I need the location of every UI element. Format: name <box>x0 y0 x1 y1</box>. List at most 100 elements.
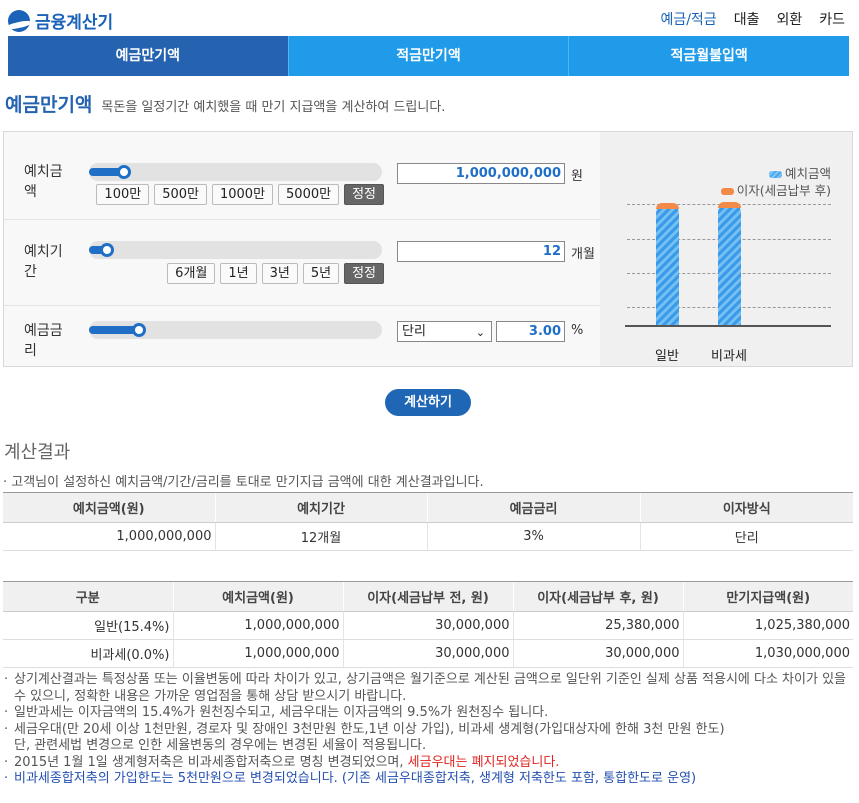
summary-header-method: 이자방식 <box>639 492 853 523</box>
deposit-amount-input[interactable]: 1,000,000,000 <box>397 163 565 184</box>
chart-legend: 예치금액 이자(세금납부 후) <box>720 165 831 199</box>
period-input[interactable]: 12 <box>397 241 565 262</box>
chart-x-label: 비과세 <box>711 349 747 364</box>
nav-exchange[interactable]: 외환 <box>776 9 802 29</box>
summary-header-period: 예치기간 <box>214 492 427 523</box>
summary-table: 예치금액(원) 예치기간 예금금리 이자방식 1,000,000,000 12개… <box>3 492 853 551</box>
table-row: 1,000,000,000 12개월 3% 단리 <box>3 522 853 551</box>
note-text: 세금우대(만 20세 이상 1천만원, 경로자 및 장애인 3천만원 한도,1년… <box>14 721 725 737</box>
top-nav: 예금/적금 대출 외환 카드 <box>660 9 845 29</box>
note-text: 단, 관련세법 변경으로 인한 세율변동의 경우에는 변경된 세율이 적용됩니다… <box>14 738 427 753</box>
rate-input[interactable]: 3.00 <box>496 321 565 342</box>
notes-list: 상기계산결과는 특정상품 또는 이율변동에 따라 차이가 있고, 상기금액은 월… <box>3 672 855 788</box>
result-title: 계산결과 <box>4 442 71 463</box>
logo[interactable]: 금융계산기 <box>8 8 113 33</box>
rate-slider-handle[interactable] <box>132 323 146 337</box>
calculator-tabs: 예금만기액 적금만기액 적금월불입액 <box>8 36 850 76</box>
detail-table: 구분 예치금액(원) 이자(세금납부 전, 원) 이자(세금납부 후, 원) 만… <box>3 581 853 668</box>
detail-cell: 1,025,380,000 <box>682 611 853 640</box>
period-row: 예치기간 6개월 1년 3년 5년 정정 12 개월 <box>4 220 600 306</box>
note-item: 세금우대(만 20세 이상 1천만원, 경로자 및 장애인 3천만원 한도,1년… <box>3 722 855 755</box>
tab-deposit-maturity[interactable]: 예금만기액 <box>8 36 288 76</box>
deposit-add-1000man-button[interactable]: 1000만 <box>211 184 274 205</box>
deposit-add-5000man-button[interactable]: 5000만 <box>278 184 340 205</box>
tab-savings-maturity[interactable]: 적금만기액 <box>287 36 569 76</box>
calculator-panel: 예치금액 100만 500만 1000만 5000만 정정 1,000,000,… <box>3 131 853 367</box>
detail-header-amount: 예치금액(원) <box>172 581 343 612</box>
result-description: · 고객님이 설정하신 예치금액/기간/금리를 토대로 만기지급 금액에 대한 … <box>3 475 484 490</box>
summary-period: 12개월 <box>214 522 427 551</box>
detail-header-interest-posttax: 이자(세금납부 후, 원) <box>512 581 683 612</box>
legend-swatch-deposit <box>768 171 782 178</box>
period-quick-buttons: 6개월 1년 3년 5년 정정 <box>167 263 384 284</box>
legend-swatch-interest <box>720 188 734 195</box>
deposit-slider[interactable] <box>89 163 382 181</box>
detail-cell: 1,000,000,000 <box>172 611 343 640</box>
legend-label-deposit: 예치금액 <box>784 166 831 181</box>
detail-cell: 30,000,000 <box>342 639 513 668</box>
detail-cell: 25,380,000 <box>512 611 683 640</box>
summary-header-rate: 예금금리 <box>426 492 640 523</box>
interest-type-select[interactable]: 단리 ⌄ <box>397 321 492 342</box>
note-item: 비과세종합저축의 가입한도는 5천만원으로 변경되었습니다. (기존 세금우대종… <box>3 771 855 788</box>
chart-bar-interest-taxfree <box>718 202 741 208</box>
period-1year-button[interactable]: 1년 <box>220 263 257 284</box>
note-highlight-red: 세금우대는 폐지되었습니다. <box>407 754 560 770</box>
chart-bar-general <box>656 203 679 325</box>
period-reset-button[interactable]: 정정 <box>344 263 384 284</box>
period-slider[interactable] <box>89 241 382 259</box>
summary-header-row: 예치금액(원) 예치기간 예금금리 이자방식 <box>3 492 853 523</box>
deposit-add-500man-button[interactable]: 500만 <box>154 184 207 205</box>
period-6month-button[interactable]: 6개월 <box>167 263 216 284</box>
legend-item-deposit: 예치금액 <box>721 165 831 182</box>
nav-loan[interactable]: 대출 <box>734 9 760 29</box>
summary-header-amount: 예치금액(원) <box>3 492 215 523</box>
summary-amount: 1,000,000,000 <box>3 522 215 551</box>
tab-savings-monthly[interactable]: 적금월불입액 <box>568 36 850 76</box>
chart-x-label: 일반 <box>655 349 679 364</box>
rate-unit: % <box>571 323 584 338</box>
page-title: 예금만기액 목돈을 일정기간 예치했을 때 만기 지급액을 계산하여 드립니다. <box>5 90 445 117</box>
deposit-reset-button[interactable]: 정정 <box>344 184 384 205</box>
legend-label-interest: 이자(세금납부 후) <box>736 183 831 198</box>
period-5year-button[interactable]: 5년 <box>302 263 340 284</box>
calculate-button[interactable]: 계산하기 <box>385 389 471 416</box>
nav-deposit-savings[interactable]: 예금/적금 <box>660 9 716 29</box>
deposit-quick-buttons: 100만 500만 1000만 5000만 정정 <box>96 184 384 205</box>
nav-card[interactable]: 카드 <box>819 9 845 29</box>
period-label: 예치기간 <box>24 244 63 280</box>
deposit-add-100man-button[interactable]: 100만 <box>96 184 150 205</box>
chevron-down-icon: ⌄ <box>475 326 485 339</box>
detail-cell: 일반(15.4%) <box>3 611 173 640</box>
detail-cell: 30,000,000 <box>512 639 683 668</box>
deposit-unit: 원 <box>571 169 583 184</box>
note-text: 2015년 1월 1일 생계형저축은 비과세종합저축으로 명칭 변경되었으며, <box>14 754 408 770</box>
deposit-slider-handle[interactable] <box>117 165 131 179</box>
result-description-text: 고객님이 설정하신 예치금액/기간/금리를 토대로 만기지급 금액에 대한 계산… <box>11 475 484 490</box>
detail-header-row: 구분 예치금액(원) 이자(세금납부 전, 원) 이자(세금납부 후, 원) 만… <box>3 581 853 612</box>
detail-cell: 1,000,000,000 <box>172 639 343 668</box>
table-row: 일반(15.4%) 1,000,000,000 30,000,000 25,38… <box>3 611 853 640</box>
logo-icon <box>8 9 30 32</box>
detail-header-maturity: 만기지급액(원) <box>682 581 853 612</box>
note-item: 상기계산결과는 특정상품 또는 이율변동에 따라 차이가 있고, 상기금액은 월… <box>3 672 855 705</box>
period-slider-handle[interactable] <box>100 243 114 257</box>
detail-cell: 30,000,000 <box>342 611 513 640</box>
deposit-label: 예치금액 <box>24 164 63 200</box>
detail-cell: 비과세(0.0%) <box>3 639 173 668</box>
interest-type-value: 단리 <box>402 324 426 339</box>
rate-slider[interactable] <box>89 321 382 339</box>
chart-bar-taxfree <box>718 202 741 325</box>
note-item: 일반과세는 이자금액의 15.4%가 원천징수되고, 세금우대는 이자금액의 9… <box>3 705 855 722</box>
period-3year-button[interactable]: 3년 <box>261 263 298 284</box>
detail-cell: 1,030,000,000 <box>682 639 853 668</box>
page-title-sub: 목돈을 일정기간 예치했을 때 만기 지급액을 계산하여 드립니다. <box>101 100 446 115</box>
header: 금융계산기 예금/적금 대출 외환 카드 <box>0 0 859 36</box>
chart-bar-interest-general <box>656 203 679 209</box>
summary-method: 단리 <box>639 522 853 551</box>
table-row: 비과세(0.0%) 1,000,000,000 30,000,000 30,00… <box>3 639 853 668</box>
note-item: 2015년 1월 1일 생계형저축은 비과세종합저축으로 명칭 변경되었으며, … <box>3 755 855 772</box>
rate-row: 예금금리 단리 ⌄ 3.00 % <box>4 306 600 368</box>
logo-text: 금융계산기 <box>35 13 114 33</box>
rate-label: 예금금리 <box>24 323 63 359</box>
